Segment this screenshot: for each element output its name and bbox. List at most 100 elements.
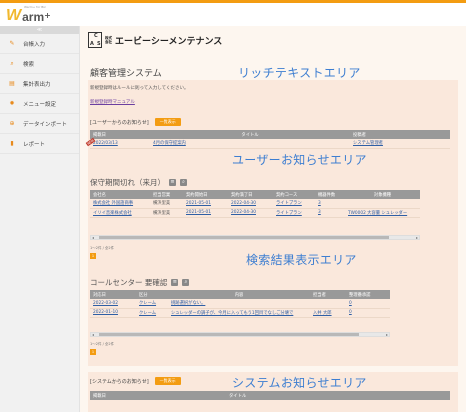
sidebar: ≪ ✎ 台帳入力 ⌕ 検索 ▤ 集計表出力 ✹ メニュー設定 ⊕ データインポート ▮ レポ… [0,26,80,412]
sidebar-item-label: 台帳入力 [23,41,46,48]
cell-kind[interactable]: クレーム [136,308,168,318]
sidebar-item-search[interactable]: ⌕ 検索 [0,54,79,74]
column-header: 掲載日 [90,130,150,139]
system-notice-table: 掲載日 タイトル [90,391,450,400]
cell-end[interactable]: 2022-04-30 [228,199,273,209]
cell-staff[interactable]: 入井 大郎 [310,308,346,318]
table-row[interactable]: 2022-03-02 クレーム 挑跡選択がない。 0 [90,299,390,309]
cell-start[interactable]: 2021-05-01 [183,208,228,218]
chart-icon: ▤ [9,80,15,87]
column-header: 機器件数 [315,190,345,199]
system-notice-list-button[interactable]: 一覧表示 [154,377,181,385]
user-notice-title: [ユーザーからのお知らせ] [90,119,149,126]
settings-icon[interactable]: ≡ [169,179,176,186]
cell-sales: 横浜里美 [150,199,183,209]
table-row[interactable]: イリイ音楽株式会社 横浜里美 2021-05-01 2022-04-30 ライト… [90,208,420,218]
user-notice-list-button[interactable]: 一覧表示 [154,118,181,126]
notice-date[interactable]: 2022/03/13 [90,139,150,149]
company-corp-type: 株式 会社 [105,36,112,44]
cell-kind[interactable]: クレーム [136,299,168,309]
cell-model[interactable]: TW0002 大容量 シュレッダー [345,208,420,218]
app-logo[interactable]: W arm + Warm+ for Biz [6,5,51,24]
expiry-horizontal-scrollbar[interactable]: ◂ ▸ [90,235,420,240]
expiry-table: 会社名 担当営業 契約開始日 契約満了日 契約コース 機器件数 対象機種 株式会… [90,190,420,218]
column-header: 契約開始日 [183,190,228,199]
table-header-row: 掲載日 タイトル [90,391,450,400]
main-content [80,26,466,412]
column-header: 区分 [136,290,168,299]
logo-w: W [6,7,22,24]
cell-model[interactable] [345,199,420,209]
table-header-row: 掲載日 タイトル 投稿者 [90,130,450,139]
scrollbar-thumb[interactable] [99,236,389,239]
cell-approval[interactable]: 0 [346,308,390,318]
cell-course[interactable]: ライトプラン [273,199,315,209]
company-name: エービーシーメンテナンス [115,36,223,47]
expiry-section-header: 保守期間切れ（来月） ≡ ⌕ [90,177,187,188]
notice-poster[interactable]: システム管理者 [350,139,450,149]
callcenter-horizontal-scrollbar[interactable]: ◂ ▸ [90,332,390,337]
cell-company[interactable]: 株式会社 外国語商事 [90,199,150,209]
callcenter-page-button[interactable]: 1 [90,349,96,355]
cell-approval[interactable]: 0 [346,299,390,309]
cell-count[interactable]: 3 [315,199,345,209]
search-icon[interactable]: ⌕ [182,279,190,286]
cell-content[interactable]: 挑跡選択がない。 [168,299,310,309]
import-icon: ⊕ [9,120,15,127]
column-header: 対応日 [90,290,136,299]
logo-plus: + [44,11,51,20]
cell-course[interactable]: ライトプラン [273,208,315,218]
sidebar-item-label: 検索 [23,61,35,68]
scrollbar-thumb[interactable] [99,333,359,336]
column-header: 契約満了日 [228,190,273,199]
table-header-row: 会社名 担当営業 契約開始日 契約満了日 契約コース 機器件数 対象機種 [90,190,420,199]
search-icon[interactable]: ⌕ [180,179,187,186]
expiry-pager-text: 1～2件 / 全2件 [90,246,115,250]
sidebar-item-label: 集計表出力 [23,81,51,88]
sidebar-item-menu-settings[interactable]: ✹ メニュー設定 [0,94,79,114]
logo-text: arm [22,10,45,24]
table-row[interactable]: 2022-01-10 クレーム シュレッダーの調子が、今月に入ってもう1回目でな… [90,308,390,318]
callcenter-table: 対応日 区分 内容 担当者 整理番承認 2022-03-02 クレーム 挑跡選択… [90,290,390,318]
company-logo-c: C [94,33,98,39]
cell-count[interactable]: 3 [315,208,345,218]
sidebar-item-report-output[interactable]: ▤ 集計表出力 [0,74,79,94]
scroll-left-arrow[interactable]: ◂ [92,332,94,337]
company-logo-a: A [90,41,94,47]
scroll-right-arrow[interactable]: ▸ [416,235,418,240]
settings-icon[interactable]: ≡ [171,279,179,286]
sidebar-item-data-import[interactable]: ⊕ データインポート [0,114,79,134]
cell-company[interactable]: イリイ音楽株式会社 [90,208,150,218]
scroll-left-arrow[interactable]: ◂ [92,235,94,240]
search-results-area-label: 検索結果表示エリア [246,253,357,267]
cell-date[interactable]: 2022-03-02 [90,299,136,309]
column-header: 担当者 [310,290,346,299]
expiry-page-button[interactable]: 1 [90,253,96,259]
sidebar-collapse-button[interactable]: ≪ [0,26,79,34]
document-icon: ▮ [10,140,14,147]
cell-start[interactable]: 2021-05-01 [183,199,228,209]
scroll-right-arrow[interactable]: ▸ [386,332,388,337]
callcenter-pager-text: 1～2件 / 全2件 [90,342,115,346]
notice-title[interactable]: 4月の保守提案内 [150,139,350,149]
cell-staff[interactable] [310,299,346,309]
cell-end[interactable]: 2022-04-30 [228,208,273,218]
table-row[interactable]: 株式会社 外国語商事 横浜里美 2021-05-01 2022-04-30 ライ… [90,199,420,209]
column-header: 契約コース [273,190,315,199]
table-row[interactable]: 2022/03/13 4月の保守提案内 システム管理者 [90,139,450,149]
logo-tagline: Warm+ for Biz [24,5,46,9]
user-notice-table: 掲載日 タイトル 投稿者 2022/03/13 4月の保守提案内 システム管理者 [90,130,450,149]
table-header-row: 対応日 区分 内容 担当者 整理番承認 [90,290,390,299]
sidebar-item-ledger-input[interactable]: ✎ 台帳入力 [0,34,79,54]
sidebar-item-report[interactable]: ▮ レポート [0,134,79,154]
column-header: 整理番承認 [346,290,390,299]
manual-link[interactable]: 新規登録時マニュアル [90,99,135,105]
cell-sales: 横浜里美 [150,208,183,218]
expiry-section-title: 保守期間切れ（来月） [90,178,165,187]
column-header: 掲載日 [90,391,226,400]
cell-content[interactable]: シュレッダーの調子が、今月に入ってもう1回目でなしご分壊で [168,308,310,318]
rich-text-area-label: リッチテキストエリア [238,66,361,80]
company-logo-s: S [97,41,101,47]
accent-stripe [0,0,466,3]
cell-date[interactable]: 2022-01-10 [90,308,136,318]
